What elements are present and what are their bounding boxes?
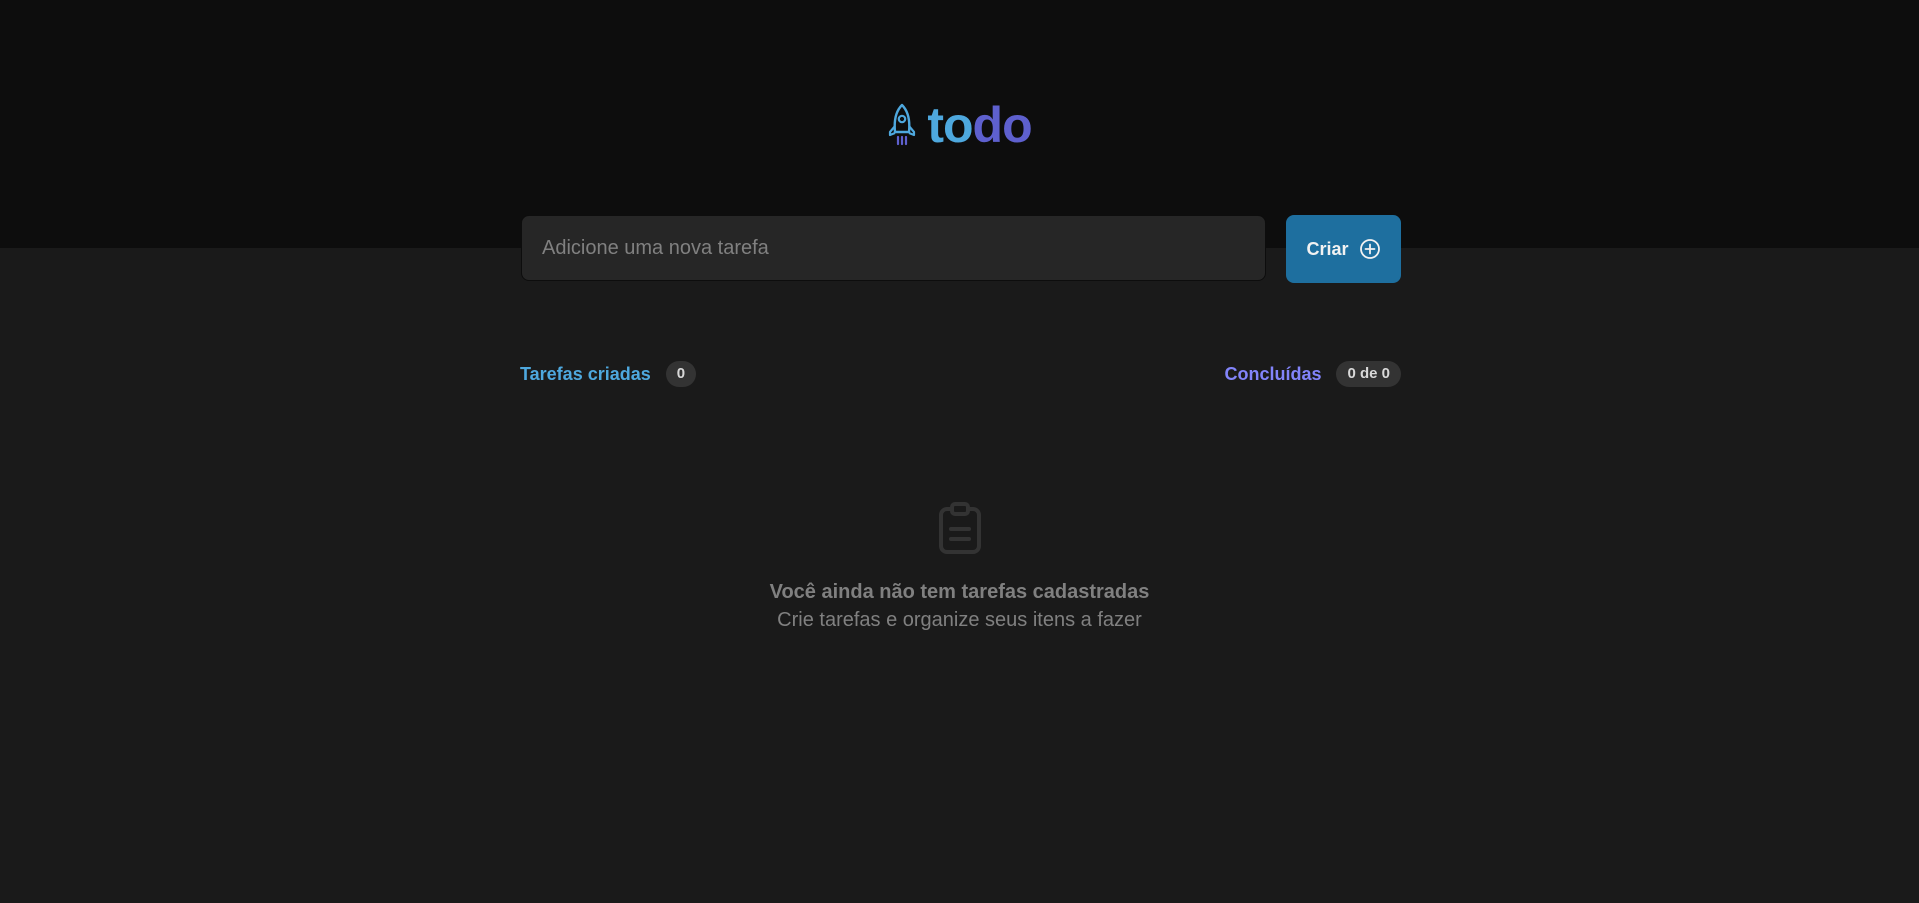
done-tasks: Concluídas 0 de 0 bbox=[1224, 361, 1401, 387]
logo-text: todo bbox=[927, 97, 1033, 153]
logo: todo bbox=[0, 100, 1919, 150]
plus-circle-icon bbox=[1359, 238, 1381, 260]
logo-text-to: to bbox=[927, 97, 973, 153]
created-tasks-label: Tarefas criadas bbox=[520, 363, 651, 384]
logo-text-do: do bbox=[972, 97, 1033, 153]
create-button-label: Criar bbox=[1306, 238, 1349, 259]
empty-state-subtitle: Crie tarefas e organize seus itens a faz… bbox=[777, 609, 1142, 631]
create-button[interactable]: Criar bbox=[1286, 215, 1401, 283]
clipboard-icon bbox=[932, 500, 988, 556]
empty-state-title: Você ainda não tem tarefas cadastradas bbox=[769, 581, 1150, 603]
created-tasks-counter: 0 bbox=[665, 361, 697, 387]
rocket-icon bbox=[887, 101, 917, 149]
task-info: Tarefas criadas 0 Concluídas 0 de 0 bbox=[520, 361, 1401, 387]
new-task-form: Criar bbox=[521, 215, 1401, 283]
created-tasks: Tarefas criadas 0 bbox=[520, 361, 697, 387]
done-tasks-label: Concluídas bbox=[1224, 363, 1322, 384]
new-task-input[interactable] bbox=[521, 215, 1266, 281]
done-tasks-counter: 0 de 0 bbox=[1336, 361, 1401, 387]
empty-state: Você ainda não tem tarefas cadastradas C… bbox=[0, 500, 1919, 634]
